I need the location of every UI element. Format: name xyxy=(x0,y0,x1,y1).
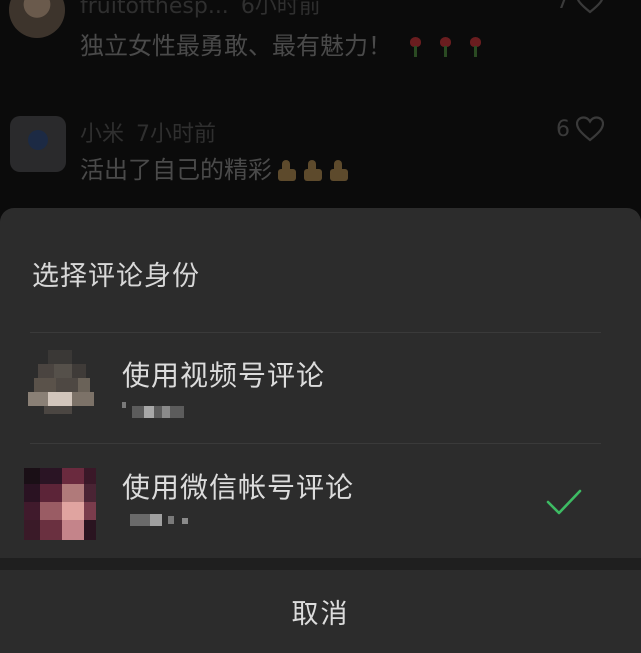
channels-avatar xyxy=(24,350,96,422)
like-count: 7 xyxy=(556,0,570,14)
redacted-account-name xyxy=(122,400,184,418)
rose-emoji-icon xyxy=(468,37,482,57)
rose-emoji-icon xyxy=(438,37,452,57)
user-avatar xyxy=(10,116,66,172)
identity-picker-sheet: 选择评论身份 使用视频号评论 使用微信帐号评论 取消 xyxy=(0,208,641,653)
sheet-separator xyxy=(0,558,641,570)
comment-time: 7小时前 xyxy=(136,122,217,147)
heart-outline-icon xyxy=(576,0,604,14)
comment-text: 活出了自己的精彩 xyxy=(80,156,272,184)
option-channels-identity[interactable]: 使用视频号评论 xyxy=(0,332,641,442)
comment-time: 6小时前 xyxy=(240,0,321,19)
comment-item: 小米 7小时前 活出了自己的精彩 6 xyxy=(0,108,641,198)
rose-emoji-icon xyxy=(408,37,422,57)
comment-text: 独立女性最勇敢、最有魅力！ xyxy=(80,32,392,60)
comment-username: fruitofthesp... xyxy=(80,0,229,19)
redacted-account-name xyxy=(122,512,192,530)
comment-username: 小米 xyxy=(80,122,125,147)
thumbs-up-emoji-icon xyxy=(274,160,298,182)
option-label: 使用视频号评论 xyxy=(122,359,326,392)
wechat-account-avatar xyxy=(24,468,96,540)
thumbs-up-emoji-icon xyxy=(300,160,324,182)
like-count: 6 xyxy=(556,116,570,142)
heart-outline-icon xyxy=(576,116,604,142)
user-avatar xyxy=(9,0,65,38)
thumbs-up-emoji-icon xyxy=(326,160,350,182)
like-button[interactable]: 6 xyxy=(556,116,604,142)
like-button[interactable]: 7 xyxy=(556,0,604,14)
option-label: 使用微信帐号评论 xyxy=(122,471,355,504)
sheet-title: 选择评论身份 xyxy=(32,261,200,292)
checkmark-icon xyxy=(546,489,582,515)
comment-identity-screen: fruitofthesp... 6小时前 独立女性最勇敢、最有魅力！ 7 小米 7小… xyxy=(0,0,641,653)
cancel-button[interactable]: 取消 xyxy=(0,570,641,653)
comment-item: fruitofthesp... 6小时前 独立女性最勇敢、最有魅力！ 7 xyxy=(0,0,641,68)
option-wechat-identity[interactable]: 使用微信帐号评论 xyxy=(0,444,641,554)
